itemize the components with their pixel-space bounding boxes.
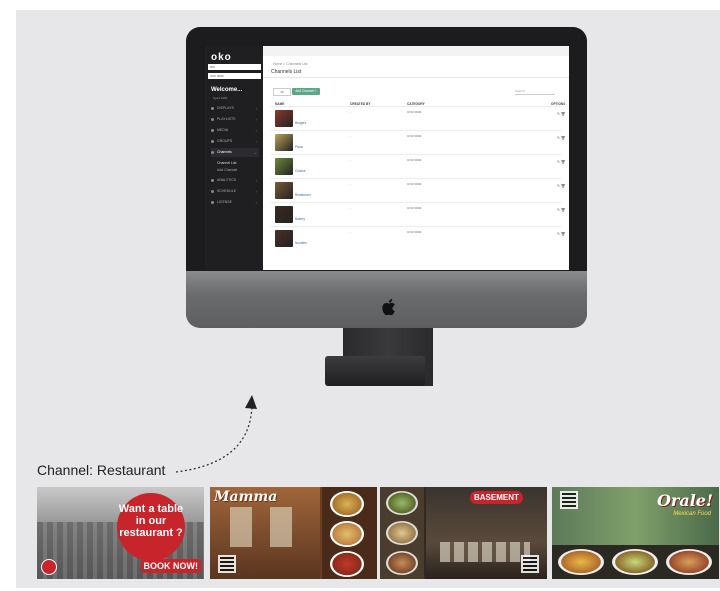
food-plate-image xyxy=(330,491,364,517)
brand-logo-mamma: Mamma xyxy=(214,489,278,505)
restaurant-slide-basement: BASEMENT xyxy=(380,487,547,579)
brand-subtitle: Mexican Food xyxy=(673,511,711,517)
restaurant-slide-1: Want a table in our restaurant ? BOOK NO… xyxy=(37,487,204,579)
brand-logo-basement: BASEMENT xyxy=(470,491,523,504)
window-image xyxy=(230,507,252,547)
food-plate-image xyxy=(612,549,658,575)
logo-seal-icon xyxy=(41,559,57,575)
food-plate-image xyxy=(386,521,418,545)
food-plate-image xyxy=(666,549,712,575)
tables-image xyxy=(440,542,530,562)
qr-code-icon xyxy=(218,555,236,573)
presentation-stage: oko RIC ICIC 0000 Welcome... Syed 1000 D… xyxy=(16,10,720,588)
qr-code-icon xyxy=(560,491,578,509)
promo-badge: Want a table in our restaurant ? xyxy=(117,493,185,561)
restaurant-slide-orale: Orale! Mexican Food xyxy=(552,487,719,579)
channel-caption: Channel: Restaurant xyxy=(37,462,166,478)
brand-logo-orale: Orale! xyxy=(656,491,713,510)
qr-code-icon xyxy=(521,555,539,573)
restaurant-slide-mamma: Mamma xyxy=(210,487,377,579)
food-plate-image xyxy=(558,549,604,575)
food-plate-image xyxy=(330,521,364,547)
book-now-label: BOOK NOW! xyxy=(140,559,201,573)
food-plate-image xyxy=(386,491,418,515)
food-plate-image xyxy=(386,551,418,575)
window-image xyxy=(270,507,292,547)
food-plate-image xyxy=(330,551,364,577)
